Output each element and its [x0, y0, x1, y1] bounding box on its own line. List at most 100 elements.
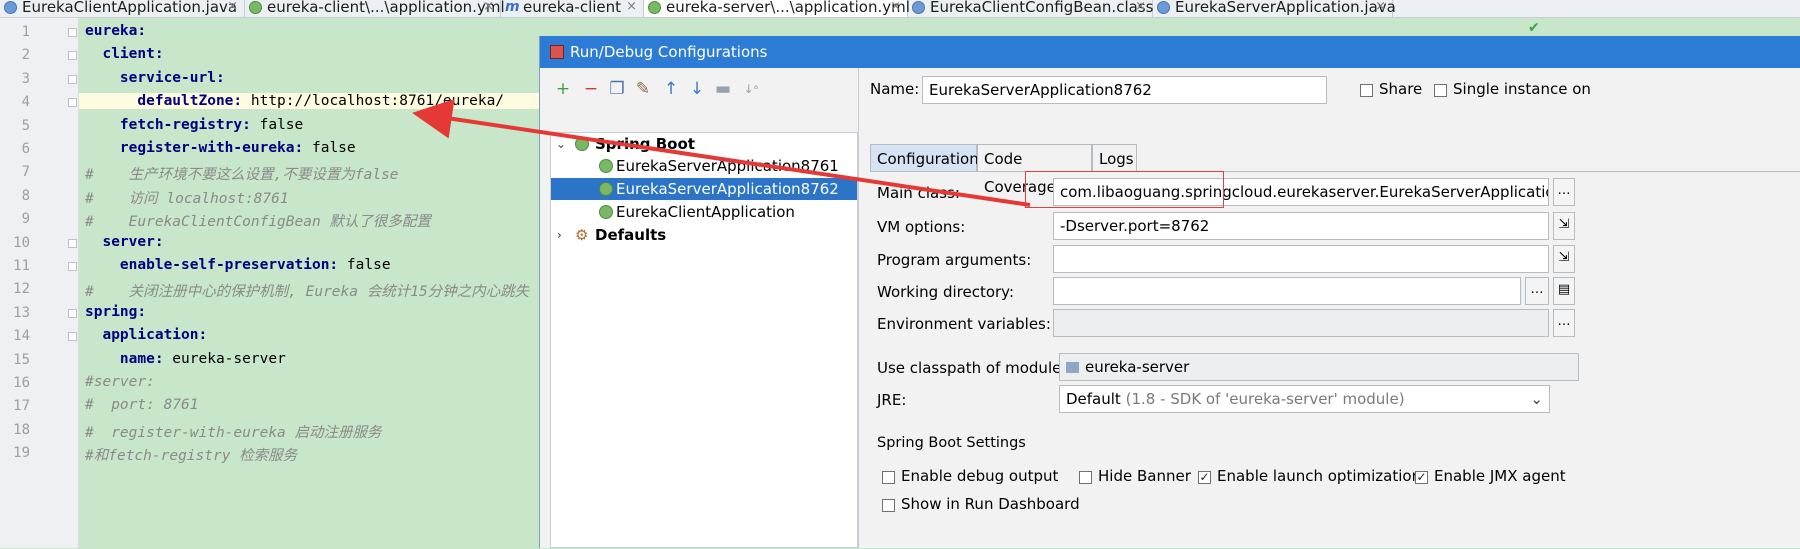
- run-dashboard-checkbox[interactable]: [882, 499, 895, 512]
- launch-optimization-checkbox[interactable]: ✓: [1198, 471, 1211, 484]
- wrench-icon[interactable]: ✎: [632, 78, 654, 100]
- fold-marker-icon[interactable]: [68, 262, 77, 271]
- dialog-titlebar: Run/Debug Configurations: [540, 36, 1800, 68]
- code-line[interactable]: fetch-registry: false: [85, 117, 303, 133]
- code-line[interactable]: server:: [85, 233, 164, 250]
- spring-yml-icon: [648, 1, 661, 14]
- move-down-icon[interactable]: ↓: [686, 78, 708, 100]
- share-checkbox[interactable]: [1360, 84, 1373, 97]
- tab-configuration[interactable]: Configuration: [870, 144, 979, 172]
- code-line[interactable]: register-with-eureka: false: [85, 140, 356, 156]
- close-icon[interactable]: ×: [227, 0, 238, 14]
- editor-tab[interactable]: EurekaServerApplication.java ×: [1153, 0, 1396, 17]
- tab-code-coverage[interactable]: Code Coverage: [977, 144, 1092, 196]
- code-comment: # 生产环境不要这么设置,不要设置为false: [85, 167, 399, 184]
- tree-item[interactable]: EurekaClientApplication: [551, 201, 857, 223]
- chevron-down-icon[interactable]: ⌄: [556, 133, 566, 155]
- add-icon[interactable]: +: [552, 78, 574, 100]
- sort-icon[interactable]: ↓ᵃ: [740, 78, 762, 100]
- editor-tab[interactable]: m eureka-client ×: [501, 0, 644, 17]
- code-line[interactable]: # port: 8761: [85, 397, 199, 413]
- tree-item[interactable]: EurekaServerApplication8761: [551, 155, 857, 177]
- code-line[interactable]: defaultZone: http://localhost:8761/eurek…: [79, 93, 539, 110]
- browse-main-class-button[interactable]: …: [1553, 178, 1575, 206]
- code-editor[interactable]: eureka: client: service-url: defaultZone…: [79, 18, 539, 548]
- fold-marker-icon[interactable]: [68, 51, 77, 61]
- close-icon[interactable]: ×: [626, 0, 637, 14]
- jre-label: JRE:: [877, 391, 907, 409]
- code-line[interactable]: service-url:: [85, 70, 225, 86]
- jmx-agent-label: Enable JMX agent: [1434, 467, 1566, 485]
- fold-marker-icon[interactable]: [68, 308, 77, 318]
- editor-tab-active[interactable]: eureka-server\...\application.yml ×: [644, 0, 910, 17]
- jre-select[interactable]: Default (1.8 - SDK of 'eureka-server' mo…: [1059, 385, 1550, 413]
- code-line[interactable]: #server:: [85, 374, 155, 390]
- code-line[interactable]: application:: [85, 327, 207, 343]
- name-field[interactable]: EurekaServerApplication8762: [922, 76, 1327, 104]
- classpath-module-select[interactable]: eureka-server: [1059, 353, 1579, 381]
- code-line[interactable]: eureka:: [85, 23, 146, 39]
- code-line[interactable]: client:: [85, 46, 163, 62]
- editor-tab[interactable]: eureka-client\...\application.yml ×: [245, 0, 505, 17]
- working-directory-label: Working directory:: [877, 283, 1015, 301]
- config-form: Name: EurekaServerApplication8762 Share …: [870, 68, 1800, 548]
- remove-icon[interactable]: −: [580, 78, 602, 100]
- class-icon: [4, 1, 17, 14]
- code-comment: #和fetch-registry 检索服务: [85, 448, 298, 465]
- code-comment: # 关闭注册中心的保护机制, Eureka 会统计15分钟之内心跳失: [85, 284, 530, 301]
- code-line[interactable]: name: eureka-server: [85, 351, 286, 367]
- jmx-agent-checkbox[interactable]: ✓: [1415, 471, 1428, 484]
- fold-marker-icon[interactable]: [68, 28, 77, 37]
- main-class-field[interactable]: com.libaoguang.springcloud.eurekaserver.…: [1053, 178, 1549, 206]
- run-dashboard-label: Show in Run Dashboard: [901, 495, 1080, 513]
- program-arguments-label: Program arguments:: [877, 251, 1032, 269]
- fold-marker-icon[interactable]: [68, 332, 77, 342]
- code-line[interactable]: #和fetch-registry 检索服务: [85, 444, 297, 465]
- close-icon[interactable]: ×: [890, 0, 901, 14]
- browse-directory-button[interactable]: …: [1525, 277, 1549, 305]
- code-line[interactable]: # register-with-eureka 启动注册服务: [85, 421, 382, 442]
- expand-icon[interactable]: ⇲: [1553, 212, 1575, 240]
- move-up-icon[interactable]: ↑: [660, 78, 682, 100]
- fold-marker-icon[interactable]: [68, 98, 77, 108]
- environment-variables-label: Environment variables:: [877, 315, 1051, 333]
- tree-group-defaults[interactable]: › ⚙ Defaults: [551, 224, 857, 246]
- debug-output-checkbox[interactable]: [882, 471, 895, 484]
- code-line[interactable]: # EurekaClientConfigBean 默认了很多配置: [85, 210, 431, 231]
- yaml-key: application:: [85, 327, 208, 344]
- close-icon[interactable]: ×: [1135, 0, 1146, 14]
- close-icon[interactable]: ×: [483, 0, 494, 14]
- name-label: Name:: [870, 80, 920, 98]
- folder-icon[interactable]: ▬: [712, 78, 734, 100]
- yaml-key: server:: [85, 233, 164, 250]
- code-line[interactable]: # 生产环境不要这么设置,不要设置为false: [85, 163, 399, 184]
- working-directory-field[interactable]: [1053, 277, 1521, 305]
- code-line[interactable]: enable-self-preservation: false: [85, 257, 391, 273]
- spring-boot-icon: [599, 159, 613, 173]
- tree-item-selected[interactable]: EurekaServerApplication8762: [551, 178, 857, 200]
- class-icon: [912, 1, 925, 14]
- fold-marker-icon[interactable]: [68, 74, 77, 84]
- editor-tab[interactable]: EurekaClientConfigBean.class ×: [908, 0, 1153, 17]
- edit-env-vars-button[interactable]: …: [1553, 309, 1575, 337]
- tab-logs[interactable]: Logs: [1092, 144, 1137, 172]
- fold-marker-icon[interactable]: [68, 238, 77, 248]
- tree-group-spring-boot[interactable]: ⌄ Spring Boot: [551, 133, 857, 155]
- vm-options-field[interactable]: -Dserver.port=8762: [1053, 212, 1549, 240]
- line-number: 18: [13, 421, 30, 438]
- program-arguments-field[interactable]: [1053, 245, 1549, 273]
- code-line[interactable]: # 关闭注册中心的保护机制, Eureka 会统计15分钟之内心跳失: [85, 280, 529, 301]
- code-comment: # EurekaClientConfigBean 默认了很多配置: [85, 214, 431, 231]
- insert-macro-icon[interactable]: ▤: [1553, 277, 1575, 305]
- hide-banner-checkbox[interactable]: [1079, 471, 1092, 484]
- chevron-right-icon[interactable]: ›: [557, 224, 562, 246]
- copy-icon[interactable]: ❐: [606, 78, 628, 100]
- yaml-key: service-url:: [85, 69, 225, 86]
- single-instance-checkbox[interactable]: [1434, 84, 1447, 97]
- code-line[interactable]: spring:: [85, 304, 146, 320]
- code-line[interactable]: # 访问 localhost:8761: [85, 187, 289, 208]
- editor-tab[interactable]: EurekaClientApplication.java ×: [0, 0, 245, 17]
- expand-icon[interactable]: ⇲: [1553, 245, 1575, 273]
- environment-variables-field[interactable]: [1053, 309, 1549, 337]
- close-icon[interactable]: ×: [1375, 0, 1386, 14]
